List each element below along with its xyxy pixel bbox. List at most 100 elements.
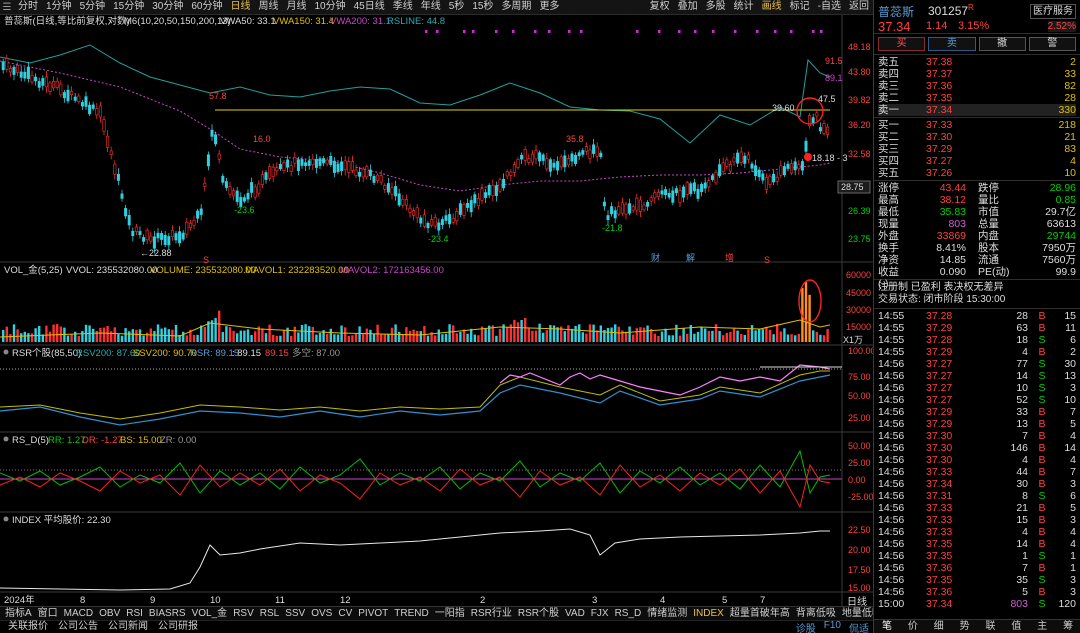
panel-tab[interactable]: 筹 <box>1055 621 1080 633</box>
period-tab[interactable]: 月线 <box>283 0 311 14</box>
kline-chart[interactable]: 普蕊斯(日线,等比前复权,对数) M6(10,20,50,150,200,13)… <box>0 15 873 606</box>
period-tab[interactable]: 10分钟 <box>311 0 350 14</box>
period-tab[interactable]: 周线 <box>255 0 283 14</box>
candle-body <box>628 203 632 214</box>
tick-time: 14:56 <box>878 502 905 514</box>
tool-button[interactable]: 多股 <box>702 0 730 14</box>
indicator-tab[interactable]: RSI <box>123 607 146 620</box>
grid-menu-icon[interactable]: ☰ <box>0 0 14 14</box>
main-legend-rsline: RSLINE: 44.8 <box>387 16 445 27</box>
period-tab[interactable]: 1分钟 <box>42 0 76 14</box>
indicator-tab[interactable]: TREND <box>391 607 431 620</box>
news-tail-link[interactable]: F10 <box>820 620 845 633</box>
stat-value: 0.090 <box>939 266 966 278</box>
indicator-tab[interactable]: FJX <box>588 607 612 620</box>
indicator-tab[interactable]: 超量首破年高 <box>727 607 793 620</box>
news-tab[interactable]: 关联报价 <box>4 621 54 633</box>
sector-change-pct: 2.52% <box>1047 21 1076 32</box>
period-tab[interactable]: 多周期 <box>497 0 535 14</box>
event-mark-cai[interactable]: 财 <box>651 252 660 263</box>
indicator-tab[interactable]: RSL <box>257 607 282 620</box>
period-tab[interactable]: 日线 <box>227 0 255 14</box>
indicator-tab[interactable]: VOL_金 <box>189 607 231 620</box>
event-mark-s2[interactable]: S <box>764 255 770 265</box>
tool-button[interactable]: 画线 <box>758 0 786 14</box>
candle-body <box>109 150 113 155</box>
panel-tab[interactable]: 势 <box>952 621 978 633</box>
indicator-tab[interactable]: 指标A <box>2 607 35 620</box>
cancel-order-button[interactable]: 撤 <box>978 37 1026 51</box>
indicator-tab[interactable]: OVS <box>308 607 335 620</box>
indicator-tab[interactable]: 窗口 <box>35 607 61 620</box>
panel-tab[interactable]: 价 <box>900 621 926 633</box>
panel-tab[interactable]: 联 <box>978 621 1004 633</box>
tick-count: 5 <box>1070 502 1076 514</box>
volume-bar <box>5 326 8 342</box>
panel-tab[interactable]: 笔 <box>874 621 900 633</box>
tick-price: 37.30 <box>926 430 953 442</box>
tick-row: 14:55 37.29 4 B 2 <box>878 346 1076 358</box>
indicator-tab[interactable]: MACD <box>61 607 96 620</box>
indicator-tab[interactable]: INDEX <box>690 607 727 620</box>
period-tab[interactable]: 5秒 <box>445 0 469 14</box>
candle-body <box>167 236 171 246</box>
period-tab[interactable]: 60分钟 <box>187 0 226 14</box>
sell-button[interactable]: 卖 <box>928 37 976 51</box>
indicator-tab[interactable]: SSV <box>282 607 308 620</box>
period-tab[interactable]: 15分钟 <box>109 0 148 14</box>
indicator-tab[interactable]: OBV <box>96 607 123 620</box>
candle-body <box>793 161 797 171</box>
panel-tab[interactable]: 值 <box>1003 621 1029 633</box>
news-tab[interactable]: 公司新闻 <box>104 621 154 633</box>
indicator-tab[interactable]: RS_D <box>612 607 645 620</box>
event-mark-jie[interactable]: 解 <box>686 252 695 263</box>
volume-bar <box>567 325 570 342</box>
indicator-tab[interactable]: 一阳指 <box>432 607 468 620</box>
indicator-tab[interactable]: RSV <box>230 607 257 620</box>
stat-label: 换手 <box>878 242 899 254</box>
news-tail-link[interactable]: 侃适 <box>845 620 873 633</box>
tick-list[interactable]: 14:55 37.28 28 B 15 14:55 37.29 63 B 11 14:55 37.28… <box>874 309 1080 611</box>
indicator-tab[interactable]: BIASRS <box>146 607 189 620</box>
sector-badge[interactable]: 医疗服务 <box>1030 4 1076 19</box>
news-tail-link[interactable]: 诊股 <box>792 620 820 633</box>
panel-tab[interactable]: 细 <box>926 621 952 633</box>
period-tab[interactable]: 30分钟 <box>148 0 187 14</box>
period-tab[interactable]: 15秒 <box>468 0 497 14</box>
news-tab[interactable]: 公司公告 <box>54 621 104 633</box>
period-tab[interactable]: 更多 <box>535 0 563 14</box>
stock-name[interactable]: 普蕊斯 <box>878 3 914 20</box>
indicator-tab[interactable]: RSR个股 <box>515 607 562 620</box>
indicator-tab[interactable]: RSR行业 <box>468 607 515 620</box>
period-tab[interactable]: 5分钟 <box>76 0 110 14</box>
indicator-tab[interactable]: 背离低吸 <box>793 607 839 620</box>
candle-body <box>462 204 466 216</box>
indicator-tab[interactable]: 情绪监测 <box>644 607 690 620</box>
indicator-tab[interactable]: PIVOT <box>355 607 391 620</box>
tick-count: 5 <box>1070 418 1076 430</box>
volume-bar <box>686 333 689 342</box>
indicator-tab[interactable]: CV <box>335 607 355 620</box>
panel-tab[interactable]: 主 <box>1029 621 1055 633</box>
indicator-tab[interactable]: VAD <box>562 607 588 620</box>
period-tab[interactable]: 分时 <box>14 0 42 14</box>
tool-button[interactable]: 返回 <box>845 0 873 14</box>
candle-body <box>466 202 470 208</box>
volume-bar <box>722 335 725 342</box>
event-mark-s1[interactable]: S <box>203 255 209 265</box>
alert-button[interactable]: 警 <box>1028 37 1076 51</box>
tool-button[interactable]: 统计 <box>730 0 758 14</box>
period-tab[interactable]: 年线 <box>417 0 445 14</box>
candle-body <box>84 96 88 107</box>
candle-body <box>98 105 102 118</box>
tool-button[interactable]: 标记 <box>786 0 814 14</box>
tool-button[interactable]: 叠加 <box>674 0 702 14</box>
period-tab[interactable]: 季线 <box>389 0 417 14</box>
news-tab[interactable]: 公司研报 <box>154 621 204 633</box>
event-mark-zeng[interactable]: 增 <box>725 252 734 263</box>
tool-button[interactable]: -自选 <box>814 0 845 14</box>
vol-legend-vvol: VVOL: 235532080.00 <box>66 265 157 276</box>
tool-button[interactable]: 复权 <box>646 0 674 14</box>
buy-button[interactable]: 买 <box>878 37 926 51</box>
period-tab[interactable]: 45日线 <box>350 0 389 14</box>
